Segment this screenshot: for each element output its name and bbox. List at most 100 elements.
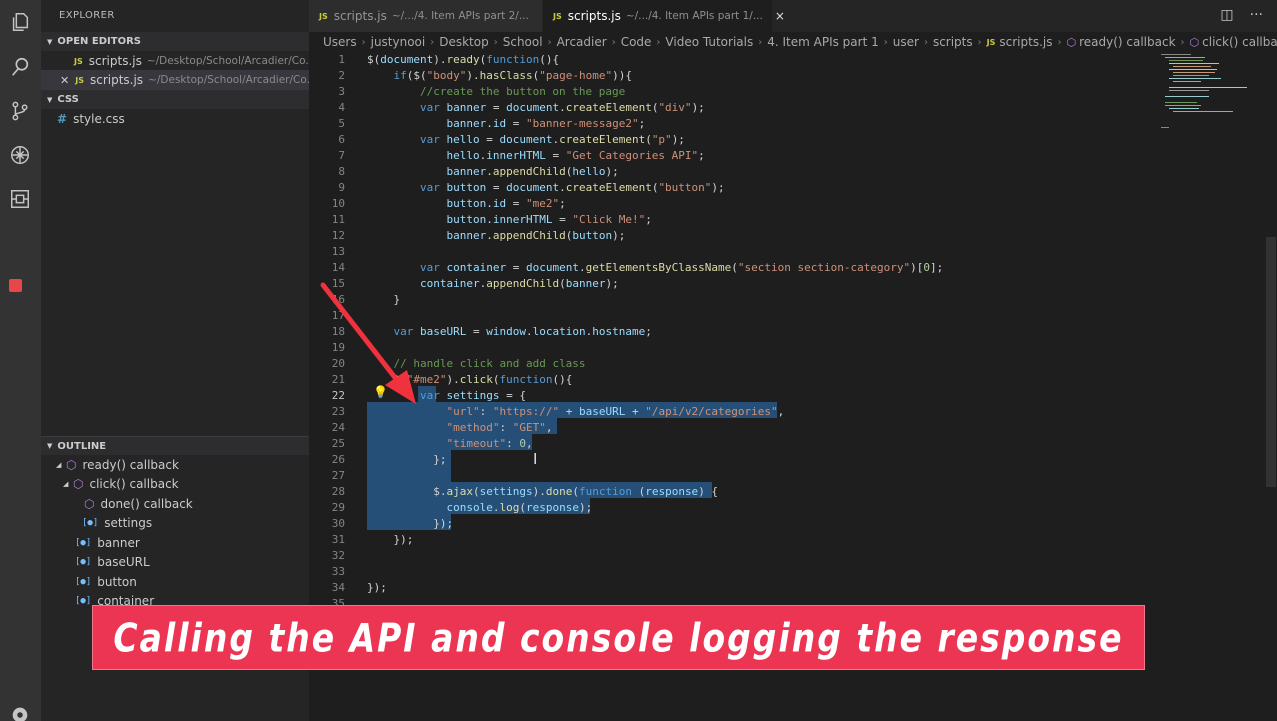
line-number: 11 (331, 213, 345, 226)
outline-item[interactable]: [●] baseURL (41, 552, 309, 572)
method-icon: ⬡ (1189, 35, 1200, 49)
line-number: 21 (331, 373, 345, 386)
editor-actions: ◫ ··· (1220, 7, 1263, 23)
search-icon[interactable] (8, 55, 32, 79)
line-number: 33 (331, 565, 345, 578)
line-number: 3 (338, 85, 345, 98)
tab-scripts-part2[interactable]: JS scripts.js ~/.../4. Item APIs part 2/… (309, 0, 542, 32)
code-line: "method": "GET", (446, 421, 553, 434)
breadcrumb-item[interactable]: user (893, 35, 919, 49)
line-number: 32 (331, 549, 345, 562)
line-number: 27 (331, 469, 345, 482)
split-editor-icon[interactable]: ◫ (1220, 7, 1233, 23)
breadcrumb-symbol[interactable]: ready() callback (1079, 35, 1175, 49)
code-line: var container = document.getElementsByCl… (419, 261, 944, 274)
breadcrumb-item[interactable]: Video Tutorials (665, 35, 753, 49)
breadcrumb: Users › justynooi › Desktop › School › Arcad… (309, 32, 1277, 52)
code-line: banner.appendChild(hello); (446, 165, 619, 178)
editor-tabs: JS scripts.js ~/.../4. Item APIs part 2/… (309, 0, 1277, 32)
line-number: 17 (331, 309, 345, 322)
breadcrumb-item[interactable]: 4. Item APIs part 1 (767, 35, 879, 49)
breadcrumb-item[interactable]: Desktop (439, 35, 489, 49)
code-line: var baseURL = window.location.hostname; (393, 325, 652, 338)
code-line: //create the button on the page (419, 85, 626, 98)
code-line: button.id = "me2"; (446, 197, 566, 210)
line-number: 30 (331, 517, 345, 530)
breadcrumb-symbol[interactable]: click() callback (1202, 35, 1277, 49)
line-number: 12 (331, 229, 345, 242)
chevron-down-icon: ▼ (47, 37, 53, 46)
breadcrumb-item[interactable]: Code (621, 35, 652, 49)
line-number: 29 (331, 501, 345, 514)
line-number: 34 (331, 581, 345, 594)
line-number: 22 (331, 389, 345, 402)
line-number: 23 (331, 405, 345, 418)
code-line: "timeout": 0, (446, 437, 533, 450)
close-tab-icon[interactable]: × (775, 9, 785, 23)
code-line: } (367, 293, 401, 306)
outline-item[interactable]: ◢ ⬡ ready() callback (41, 455, 309, 475)
breadcrumb-item[interactable]: justynooi (371, 35, 426, 49)
breadcrumb-item[interactable]: Users (323, 35, 357, 49)
open-editors-header[interactable]: ▼ OPEN EDITORS (41, 32, 309, 51)
code-line: var settings = { (419, 389, 526, 402)
outline-item[interactable]: [●] settings (41, 513, 309, 533)
code-line: "url": "https://" + baseURL + "/api/v2/c… (446, 405, 785, 418)
line-number: 18 (331, 325, 345, 338)
breadcrumb-item[interactable]: scripts (933, 35, 973, 49)
close-icon[interactable]: ✕ (60, 74, 69, 87)
breadcrumb-item[interactable]: Arcadier (557, 35, 607, 49)
js-file-icon: JS (986, 37, 996, 47)
line-number: 25 (331, 437, 345, 450)
js-file-icon: JS (319, 11, 328, 21)
line-number: 7 (338, 149, 345, 162)
code-line: button.innerHTML = "Click Me!"; (446, 213, 652, 226)
line-number: 8 (338, 165, 345, 178)
record-stop-icon[interactable] (9, 279, 22, 292)
code-line: if($("body").hasClass("page-home")){ (393, 69, 632, 82)
code-line: $(document).ready(function(){ (367, 53, 560, 66)
line-number: 14 (331, 261, 345, 274)
css-folder-header[interactable]: ▼ CSS (41, 90, 309, 109)
code-line: var banner = document.createElement("div… (419, 101, 705, 114)
minimap[interactable] (1157, 52, 1267, 132)
variable-icon: [●] (75, 538, 92, 548)
outline-item[interactable]: ◢ ⬡ click() callback (41, 474, 309, 494)
files-icon[interactable] (8, 10, 32, 34)
code-line: }); (367, 581, 387, 594)
outline-item[interactable]: [●] banner (41, 533, 309, 553)
vertical-scrollbar[interactable] (1266, 237, 1276, 487)
open-editor-item[interactable]: JS scripts.js ~/Desktop/School/Arcadier/… (41, 51, 309, 71)
more-actions-icon[interactable]: ··· (1250, 7, 1263, 23)
breadcrumb-item[interactable]: School (503, 35, 543, 49)
line-number: 26 (331, 453, 345, 466)
extensions-icon[interactable] (8, 187, 32, 211)
line-number: 6 (338, 133, 345, 146)
lightbulb-icon[interactable]: 💡 (373, 385, 388, 399)
line-number: 16 (331, 293, 345, 306)
breadcrumb-file[interactable]: scripts.js (999, 35, 1052, 49)
open-editor-item-active[interactable]: ✕ JS scripts.js ~/Desktop/School/Arcadie… (41, 70, 309, 90)
line-number: 4 (338, 101, 345, 114)
line-number: 13 (331, 245, 345, 258)
debug-icon[interactable] (8, 143, 32, 167)
gear-icon[interactable] (8, 703, 32, 721)
outline-item[interactable]: [●] button (41, 572, 309, 592)
line-number: 10 (331, 197, 345, 210)
js-file-icon: JS (75, 75, 84, 85)
code-line: // handle click and add class (393, 357, 586, 370)
line-number: 15 (331, 277, 345, 290)
line-number: 9 (338, 181, 345, 194)
line-number: 24 (331, 421, 345, 434)
code-line: console.log(response); (446, 501, 593, 514)
tab-scripts-part1[interactable]: JS scripts.js ~/.../4. Item APIs part 1/… (543, 0, 785, 32)
code-line: banner.id = "banner-message2"; (446, 117, 646, 130)
file-item-style-css[interactable]: # style.css (41, 109, 309, 129)
source-control-icon[interactable] (8, 99, 32, 123)
variable-icon: [●] (75, 577, 92, 587)
outline-header[interactable]: ▼ OUTLINE (41, 436, 309, 455)
outline-item[interactable]: ⬡ done() callback (41, 494, 309, 514)
line-number: 20 (331, 357, 345, 370)
line-number: 2 (338, 69, 345, 82)
chevron-down-icon: ◢ (63, 480, 69, 488)
